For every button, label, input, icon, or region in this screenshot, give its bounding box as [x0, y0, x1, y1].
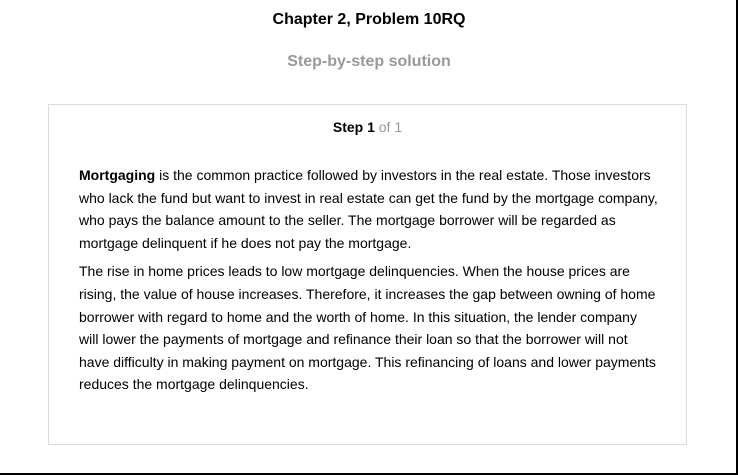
step-card: Step 1 of 1 Mortgaging is the common pra… [48, 104, 687, 445]
step-paragraph: Mortgaging is the common practice follow… [79, 164, 659, 254]
solution-subtitle: Step-by-step solution [287, 53, 451, 70]
step-paragraph: The rise in home prices leads to low mor… [79, 263, 656, 393]
paragraph-text: is the common practice followed by inves… [79, 167, 658, 251]
problem-title: Chapter 2, Problem 10RQ [272, 11, 466, 28]
step-count: of 1 [378, 119, 403, 135]
step-body: Mortgaging is the common practice follow… [79, 164, 659, 402]
key-term: Mortgaging [79, 167, 156, 183]
step-label: Step 1 [332, 119, 375, 135]
step-header: Step 1 of 1 [49, 119, 686, 135]
